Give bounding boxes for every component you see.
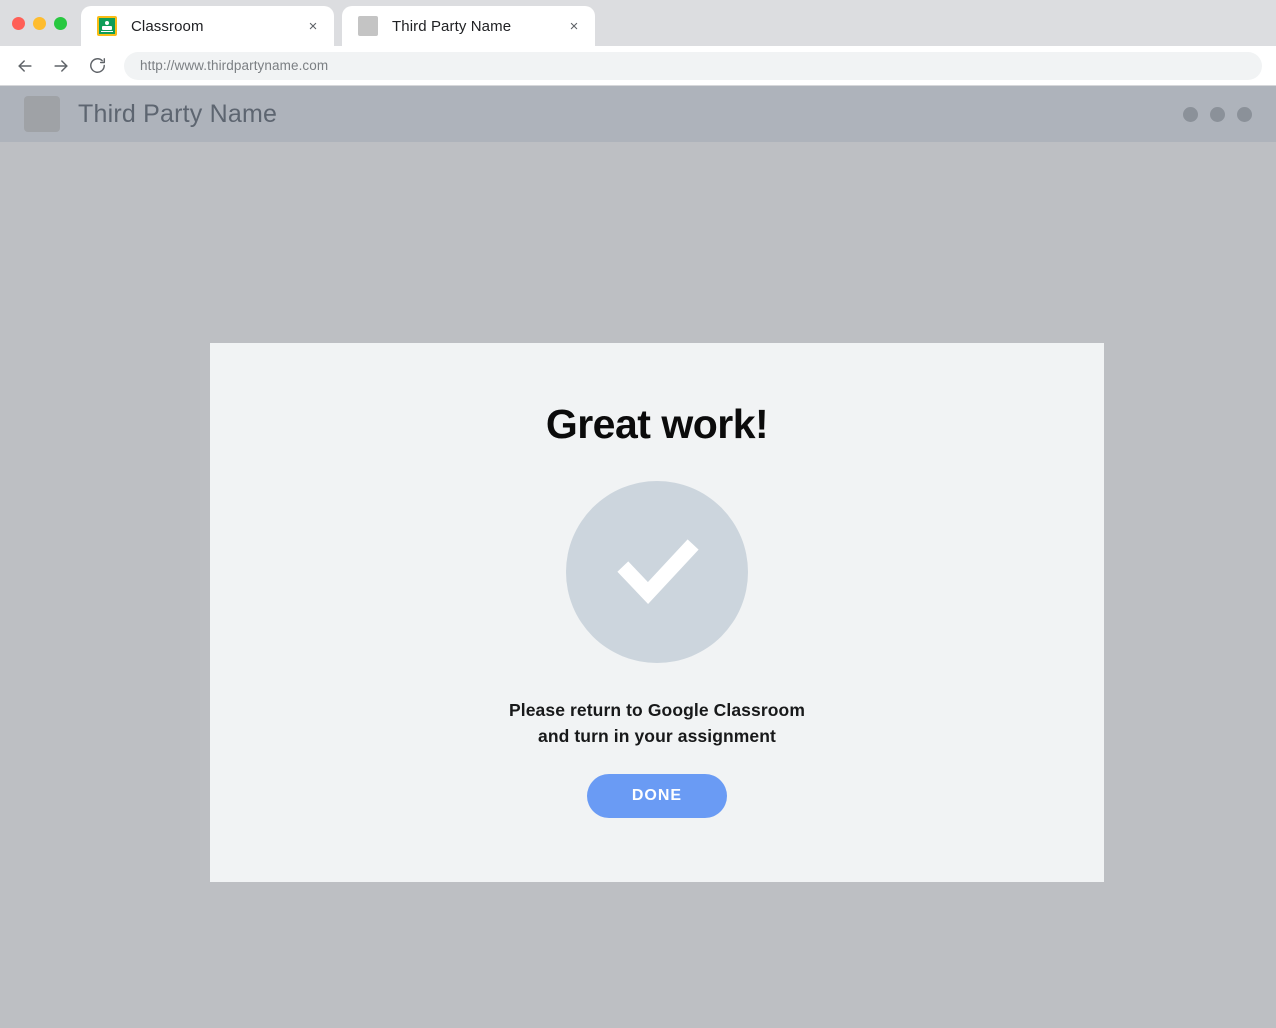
- checkmark-icon: [566, 481, 748, 663]
- site-header: Third Party Name: [0, 86, 1276, 142]
- window-controls: [0, 0, 81, 46]
- close-tab-icon[interactable]: ×: [302, 15, 324, 37]
- tab-classroom[interactable]: Classroom ×: [81, 6, 334, 46]
- menu-dot-icon: [1237, 106, 1252, 122]
- card-message-line-1: Please return to Google Classroom: [508, 700, 805, 720]
- close-window-button[interactable]: [12, 16, 25, 30]
- close-tab-icon[interactable]: ×: [563, 15, 585, 37]
- minimize-window-button[interactable]: [33, 16, 46, 30]
- maximize-window-button[interactable]: [54, 16, 67, 30]
- menu-dot-icon: [1210, 106, 1225, 122]
- placeholder-square-icon: [358, 16, 378, 36]
- completion-card-wrapper: Great work! Please return to Google Clas…: [210, 343, 1104, 882]
- card-message: Please return to Google Classroom and tu…: [509, 697, 805, 749]
- page-content: Third Party Name Great work! Please retu…: [0, 86, 1276, 1028]
- site-title: Third Party Name: [78, 99, 278, 128]
- back-arrow-icon[interactable]: [10, 51, 40, 81]
- browser-toolbar: http://www.thirdpartyname.com: [0, 46, 1276, 86]
- completion-card: Great work! Please return to Google Clas…: [210, 343, 1104, 882]
- reload-icon[interactable]: [82, 51, 112, 81]
- done-button[interactable]: DONE: [587, 774, 727, 818]
- address-bar[interactable]: http://www.thirdpartyname.com: [124, 51, 1262, 80]
- placeholder-logo-icon: [24, 96, 60, 132]
- card-message-line-2: and turn in your assignment: [537, 726, 776, 746]
- tab-title: Third Party Name: [392, 17, 512, 35]
- tab-strip: Classroom × Third Party Name ×: [0, 0, 1276, 46]
- header-menu-dots[interactable]: [1183, 106, 1252, 122]
- card-title: Great work!: [545, 401, 769, 447]
- forward-arrow-icon[interactable]: [46, 51, 76, 81]
- browser-chrome: Classroom × Third Party Name × http://ww…: [0, 0, 1276, 86]
- tab-title: Classroom: [131, 17, 204, 35]
- url-text: http://www.thirdpartyname.com: [140, 58, 329, 73]
- tab-third-party-name[interactable]: Third Party Name ×: [342, 6, 595, 46]
- menu-dot-icon: [1183, 106, 1198, 122]
- google-classroom-icon: [97, 16, 117, 36]
